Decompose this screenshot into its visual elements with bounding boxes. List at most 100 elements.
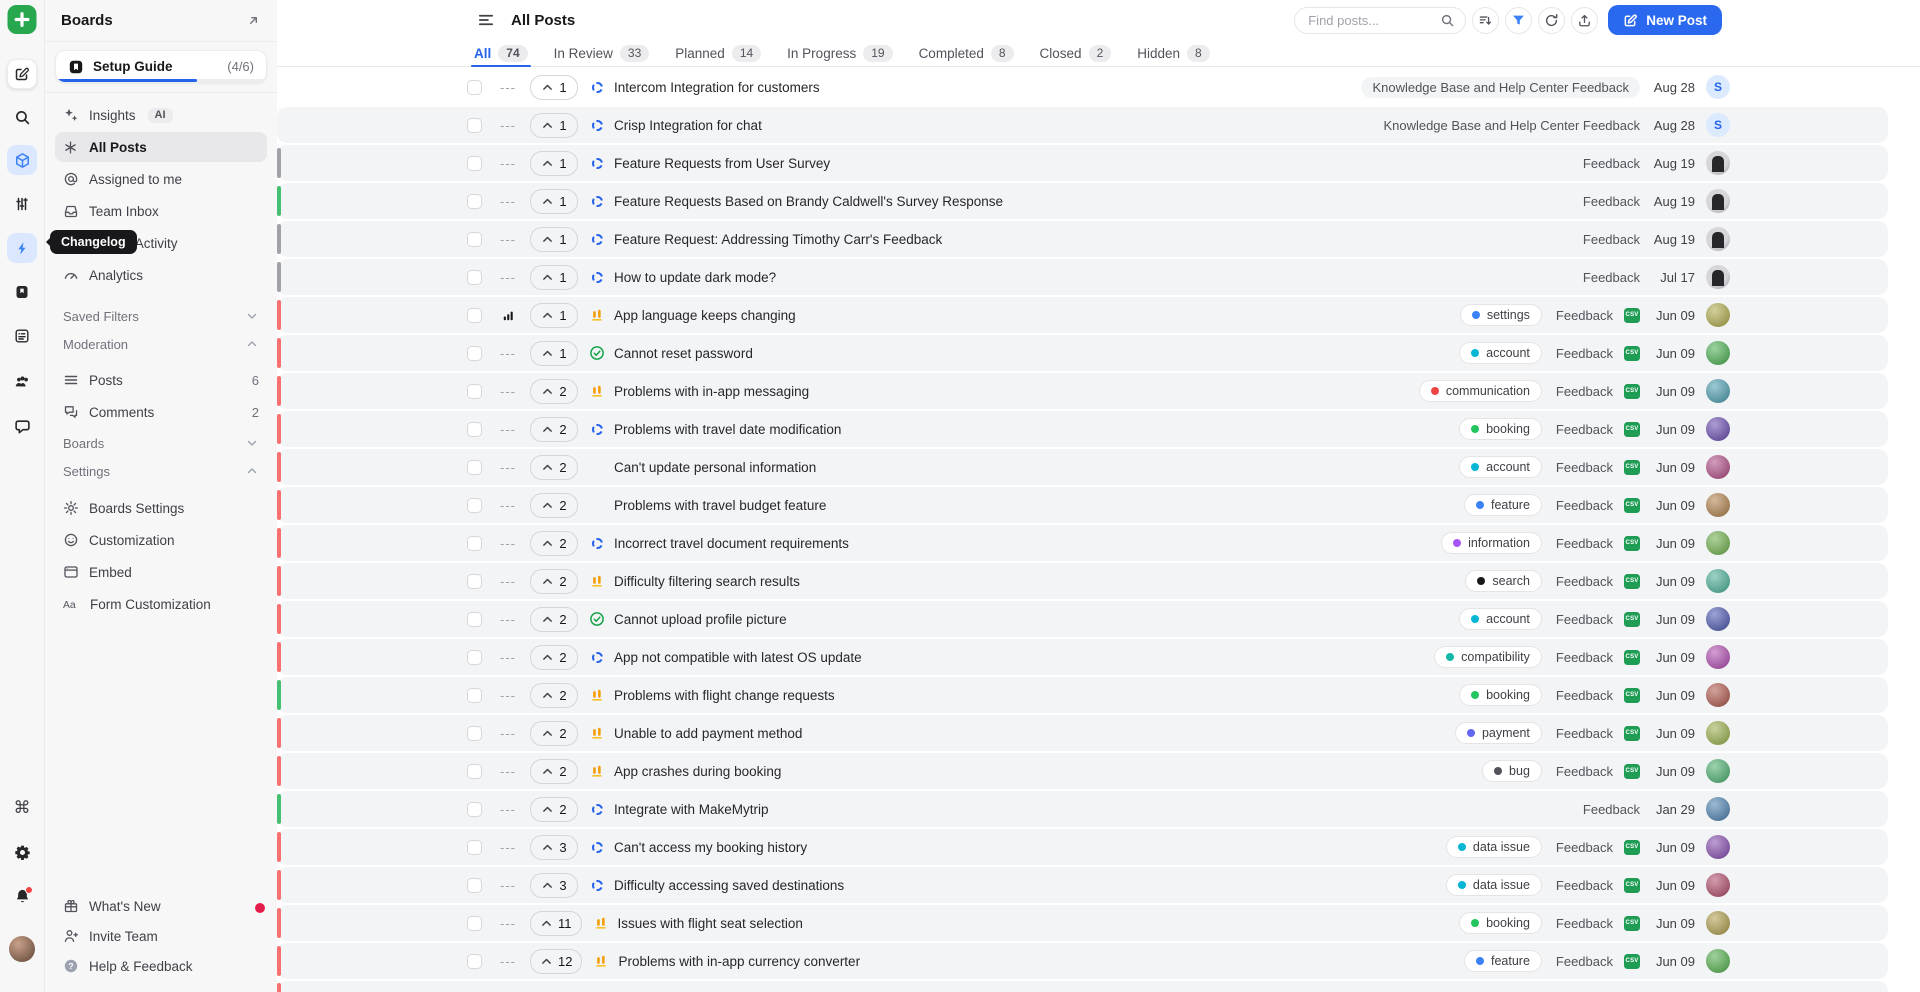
tag-pill[interactable]: compatibility bbox=[1434, 646, 1542, 668]
sidebar-section-boards[interactable]: Boards bbox=[45, 430, 277, 456]
upvote-button[interactable]: 3 bbox=[530, 873, 578, 898]
row-checkbox[interactable] bbox=[467, 80, 482, 95]
upvote-button[interactable]: 12 bbox=[530, 949, 582, 974]
tag-pill[interactable]: booking bbox=[1459, 418, 1542, 440]
search-input[interactable] bbox=[1308, 13, 1440, 28]
row-checkbox[interactable] bbox=[467, 498, 482, 513]
sidebar-item-form-customization[interactable]: AaForm Customization bbox=[55, 589, 267, 619]
post-row[interactable]: ---2Unable to add payment methodpaymentF… bbox=[277, 715, 1888, 751]
upvote-button[interactable]: 2 bbox=[530, 797, 578, 822]
docs-nav[interactable] bbox=[7, 277, 37, 307]
tab-in-review[interactable]: In Review33 bbox=[554, 40, 650, 66]
post-row[interactable]: ---1Feature Requests from User SurveyFee… bbox=[277, 145, 1888, 181]
tag-pill[interactable]: account bbox=[1459, 608, 1542, 630]
upvote-button[interactable]: 2 bbox=[530, 569, 578, 594]
post-row[interactable]: ---1Intercom Integration for customersKn… bbox=[277, 69, 1888, 105]
post-row[interactable]: ---1Crisp Integration for chatKnowledge … bbox=[277, 107, 1888, 143]
sidebar-item-posts[interactable]: Posts6 bbox=[55, 365, 267, 395]
tag-pill[interactable]: account bbox=[1459, 342, 1542, 364]
post-row[interactable]: ---3Can't access my booking historydata … bbox=[277, 829, 1888, 865]
users-nav[interactable] bbox=[7, 366, 37, 396]
row-checkbox[interactable] bbox=[467, 232, 482, 247]
upvote-button[interactable]: 2 bbox=[530, 455, 578, 480]
sidebar-item-insights[interactable]: InsightsAI bbox=[55, 100, 267, 130]
tag-pill[interactable]: data issue bbox=[1446, 836, 1542, 858]
row-checkbox[interactable] bbox=[467, 422, 482, 437]
user-avatar[interactable] bbox=[7, 934, 37, 964]
upvote-button[interactable]: 2 bbox=[530, 645, 578, 670]
upvote-button[interactable]: 1 bbox=[530, 113, 578, 138]
row-checkbox[interactable] bbox=[467, 536, 482, 551]
sidebar-section-saved-filters[interactable]: Saved Filters bbox=[45, 303, 277, 329]
notifications-nav[interactable] bbox=[7, 881, 37, 911]
filters-nav[interactable] bbox=[7, 189, 37, 219]
tab-planned[interactable]: Planned14 bbox=[675, 40, 761, 66]
tag-pill[interactable]: communication bbox=[1419, 380, 1542, 402]
tag-pill[interactable]: account bbox=[1459, 456, 1542, 478]
sidebar-item-comments[interactable]: Comments2 bbox=[55, 397, 267, 427]
row-checkbox[interactable] bbox=[467, 916, 482, 931]
post-row[interactable]: ---1Cannot reset passwordaccountFeedback… bbox=[277, 335, 1888, 371]
changelog-nav[interactable] bbox=[7, 233, 37, 263]
sidebar-item-boards-settings[interactable]: Boards Settings bbox=[55, 493, 267, 523]
upvote-button[interactable]: 1 bbox=[530, 189, 578, 214]
tag-pill[interactable]: payment bbox=[1455, 722, 1542, 744]
upvote-button[interactable]: 2 bbox=[530, 493, 578, 518]
upvote-button[interactable]: 1 bbox=[530, 265, 578, 290]
upvote-button[interactable]: 2 bbox=[530, 683, 578, 708]
new-post-button[interactable]: New Post bbox=[1608, 5, 1722, 35]
upvote-button[interactable]: 2 bbox=[530, 417, 578, 442]
post-row[interactable]: ---2Problems with flight change requests… bbox=[277, 677, 1888, 713]
tab-closed[interactable]: Closed2 bbox=[1040, 40, 1112, 66]
upvote-button[interactable]: 1 bbox=[530, 227, 578, 252]
filter-button[interactable] bbox=[1505, 7, 1532, 34]
row-checkbox[interactable] bbox=[467, 194, 482, 209]
post-row[interactable]: ---2Incorrect travel document requiremen… bbox=[277, 525, 1888, 561]
sidebar-item-customization[interactable]: Customization bbox=[55, 525, 267, 555]
sidebar-item-assigned-to-me[interactable]: Assigned to me bbox=[55, 164, 267, 194]
tag-pill[interactable]: bug bbox=[1482, 760, 1542, 782]
boards-nav[interactable] bbox=[7, 145, 37, 175]
tag-pill[interactable]: data issue bbox=[1446, 874, 1542, 896]
row-checkbox[interactable] bbox=[467, 802, 482, 817]
post-row[interactable] bbox=[277, 981, 1888, 992]
row-checkbox[interactable] bbox=[467, 346, 482, 361]
chat-nav[interactable] bbox=[7, 411, 37, 441]
row-checkbox[interactable] bbox=[467, 118, 482, 133]
compose-nav[interactable] bbox=[7, 59, 37, 89]
upvote-button[interactable]: 1 bbox=[530, 341, 578, 366]
post-row[interactable]: ---11Issues with flight seat selectionbo… bbox=[277, 905, 1888, 941]
post-row[interactable]: ---2Integrate with MakeMytripFeedbackJan… bbox=[277, 791, 1888, 827]
row-checkbox[interactable] bbox=[467, 612, 482, 627]
upvote-button[interactable]: 3 bbox=[530, 835, 578, 860]
post-row[interactable]: ---2App crashes during bookingbugFeedbac… bbox=[277, 753, 1888, 789]
shortcuts-nav[interactable]: ⌘ bbox=[7, 793, 37, 823]
post-row[interactable]: ---2Cannot upload profile pictureaccount… bbox=[277, 601, 1888, 637]
upvote-button[interactable]: 1 bbox=[530, 151, 578, 176]
tag-pill[interactable]: feature bbox=[1464, 950, 1542, 972]
sidebar-item-help-feedback[interactable]: ?Help & Feedback bbox=[55, 952, 267, 980]
row-checkbox[interactable] bbox=[467, 460, 482, 475]
refresh-button[interactable] bbox=[1538, 7, 1565, 34]
sidebar-item-invite-team[interactable]: Invite Team bbox=[55, 922, 267, 950]
post-row[interactable]: ---3Difficulty accessing saved destinati… bbox=[277, 867, 1888, 903]
tab-completed[interactable]: Completed8 bbox=[919, 40, 1014, 66]
post-row[interactable]: ---2Problems with travel budget featuref… bbox=[277, 487, 1888, 523]
upvote-button[interactable]: 2 bbox=[530, 531, 578, 556]
tag-pill[interactable]: booking bbox=[1459, 684, 1542, 706]
row-checkbox[interactable] bbox=[467, 384, 482, 399]
post-row[interactable]: ---2App not compatible with latest OS up… bbox=[277, 639, 1888, 675]
post-row[interactable]: ---2Can't update personal informationacc… bbox=[277, 449, 1888, 485]
upvote-button[interactable]: 11 bbox=[530, 911, 582, 936]
feed-nav[interactable] bbox=[7, 321, 37, 351]
sidebar-section-settings[interactable]: Settings bbox=[45, 458, 277, 484]
upvote-button[interactable]: 1 bbox=[530, 303, 578, 328]
row-checkbox[interactable] bbox=[467, 688, 482, 703]
post-row[interactable]: ---2Difficulty filtering search resultss… bbox=[277, 563, 1888, 599]
row-checkbox[interactable] bbox=[467, 840, 482, 855]
tab-in-progress[interactable]: In Progress19 bbox=[787, 40, 892, 66]
row-checkbox[interactable] bbox=[467, 574, 482, 589]
upvote-button[interactable]: 2 bbox=[530, 759, 578, 784]
export-button[interactable] bbox=[1571, 7, 1598, 34]
post-row[interactable]: ---2Problems with travel date modificati… bbox=[277, 411, 1888, 447]
